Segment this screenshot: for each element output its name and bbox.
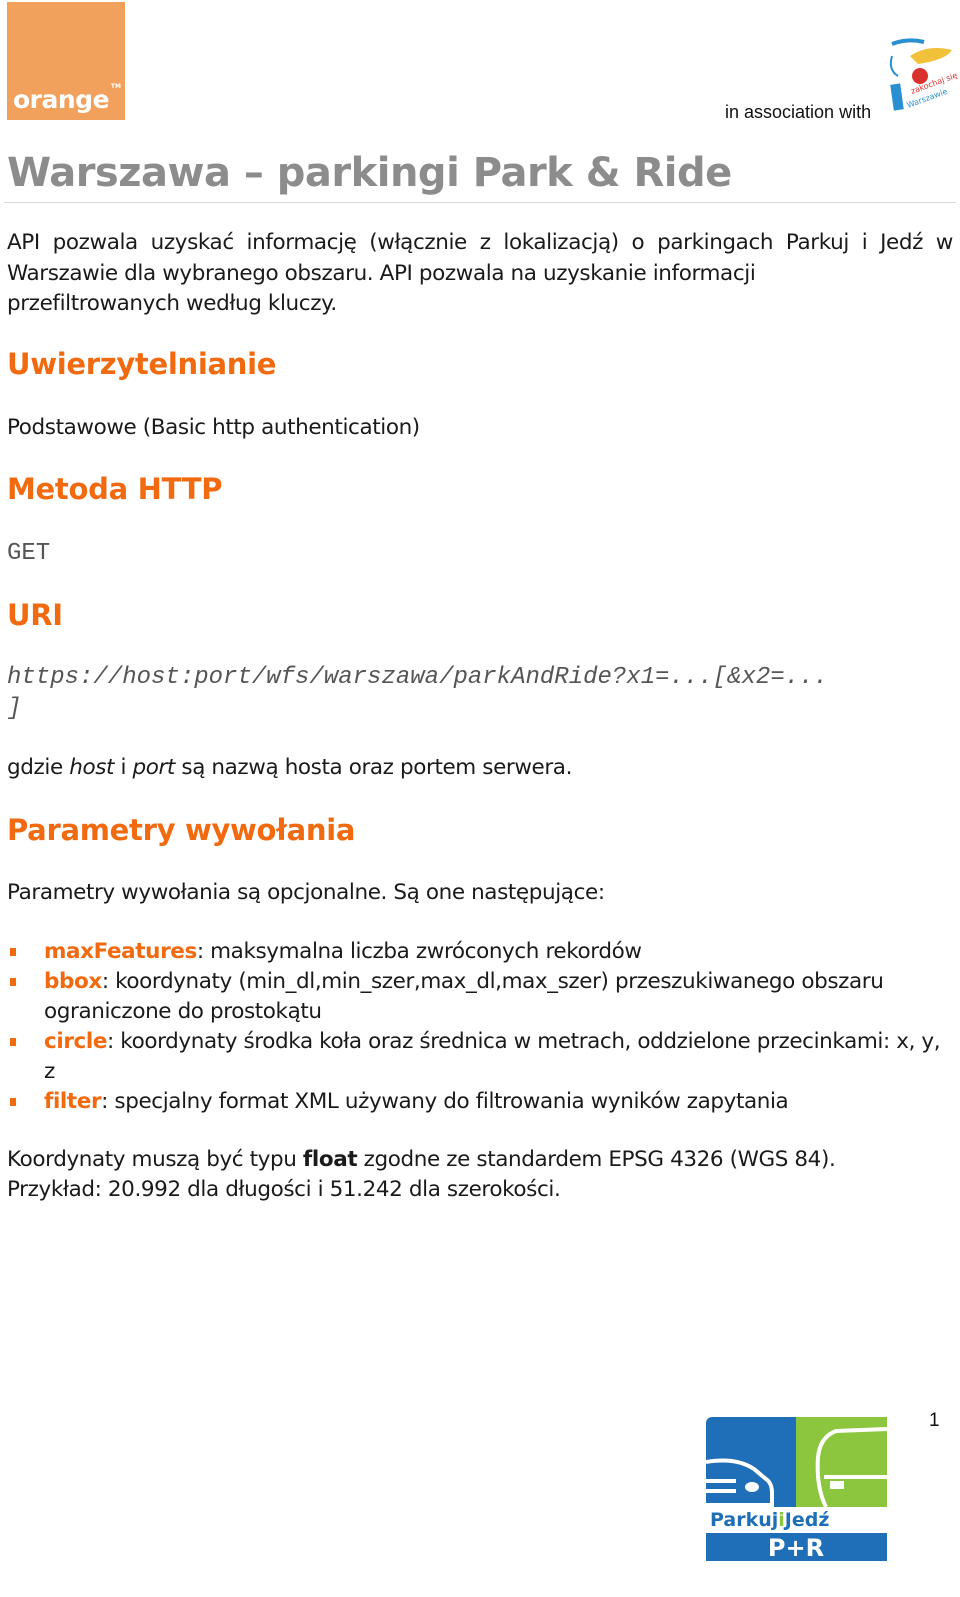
uri-note-port: port [132,755,175,780]
intro-paragraph-end: przefiltrowanych według kluczy. [7,289,337,320]
heading-http-method: Metoda HTTP [7,472,223,506]
logo-stroke-blue-top [891,38,925,46]
train-line [824,1475,887,1479]
coordinates-note: Koordynaty muszą być typu float zgodne z… [7,1145,953,1176]
uri-note-mid: i [114,755,133,780]
uri-note-suffix: są nazwą hosta oraz portem serwera. [174,755,573,780]
logo-stroke-yellow [910,48,952,64]
param-desc: : koordynaty środka koła oraz średnica w… [44,1029,941,1084]
heading-uri: URI [7,598,63,632]
car-line-1 [706,1479,736,1483]
bullet-icon [10,1038,16,1046]
param-item-bbox: bbox: koordynaty (min_dl,min_szer,max_dl… [0,967,955,1027]
zakochaj-sie-w-warszawie-logo: zakochaj się Warszawie [889,38,958,111]
param-key: filter [44,1089,102,1114]
authentication-text: Podstawowe (Basic http authentication) [7,415,420,440]
uri-value: https://host:port/wfs/warszawa/parkAndRi… [7,662,957,724]
uri-note-prefix: gdzie [7,755,70,780]
page-number: 1 [929,1410,940,1431]
param-key: circle [44,1029,108,1054]
param-item-circle: circle: koordynaty środka koła oraz śred… [0,1027,955,1087]
intro-paragraph: API pozwala uzyskać informację (włącznie… [7,228,953,289]
train-headlight [830,1481,844,1489]
coords-type: float [302,1147,358,1172]
car-headlight [745,1482,759,1492]
param-item-maxfeatures: maxFeatures: maksymalna liczba zwróconyc… [0,937,955,967]
pr-logo-badge: P+R [768,1534,824,1561]
param-desc: : koordynaty (min_dl,min_szer,max_dl,max… [44,969,884,1024]
pr-word-jedz: Jedź [783,1509,830,1531]
parameters-intro: Parametry wywołania są opcjonalne. Są on… [7,880,605,905]
uri-line1: https://host:port/wfs/warszawa/parkAndRi… [7,664,828,691]
heading-parameters: Parametry wywołania [7,813,356,847]
intro-text-line2: przefiltrowanych według kluczy. [7,291,337,316]
bullet-icon [10,948,16,956]
coords-pre: Koordynaty muszą być typu [7,1147,303,1172]
logo-stroke-face [889,55,899,77]
orange-logo: orange TM [7,2,125,120]
bullet-icon [10,1098,16,1106]
param-desc: : specjalny format XML używany do filtro… [101,1089,789,1114]
http-method-value: GET [7,540,51,567]
coords-post: zgodne ze standardem EPSG 4326 (WGS 84). [357,1147,836,1172]
uri-line2: ] [7,695,22,722]
param-desc: : maksymalna liczba zwróconych rekordów [196,939,642,964]
uri-note: gdzie host i port są nazwą hosta oraz po… [7,753,572,784]
heading-authentication: Uwierzytelnianie [7,347,277,381]
param-key: bbox [44,969,102,994]
intro-text-line1: API pozwala uzyskać informację (włącznie… [7,230,953,286]
coordinates-example: Przykład: 20.992 dla długości i 51.242 d… [7,1177,561,1202]
pr-logo-wordmark: ParkujiJedź [710,1509,829,1531]
title-divider [4,202,956,203]
bullet-icon [10,978,16,986]
logo-stroke-blue-bottom [890,83,904,111]
parameters-list: maxFeatures: maksymalna liczba zwróconyc… [0,937,955,1117]
car-line-2 [706,1489,736,1493]
association-text: in association with [725,102,872,122]
param-key: maxFeatures [44,939,197,964]
page-title: Warszawa – parkingi Park & Ride [7,150,732,196]
pr-word-parkuj: Parkuj [710,1509,778,1531]
orange-logo-text: orange [13,85,110,114]
param-item-filter: filter: specjalny format XML używany do … [0,1087,955,1117]
parkuj-i-jedz-logo: ParkujiJedź P+R [706,1417,887,1561]
orange-logo-tm: TM [110,83,121,90]
uri-note-host: host [69,755,115,780]
